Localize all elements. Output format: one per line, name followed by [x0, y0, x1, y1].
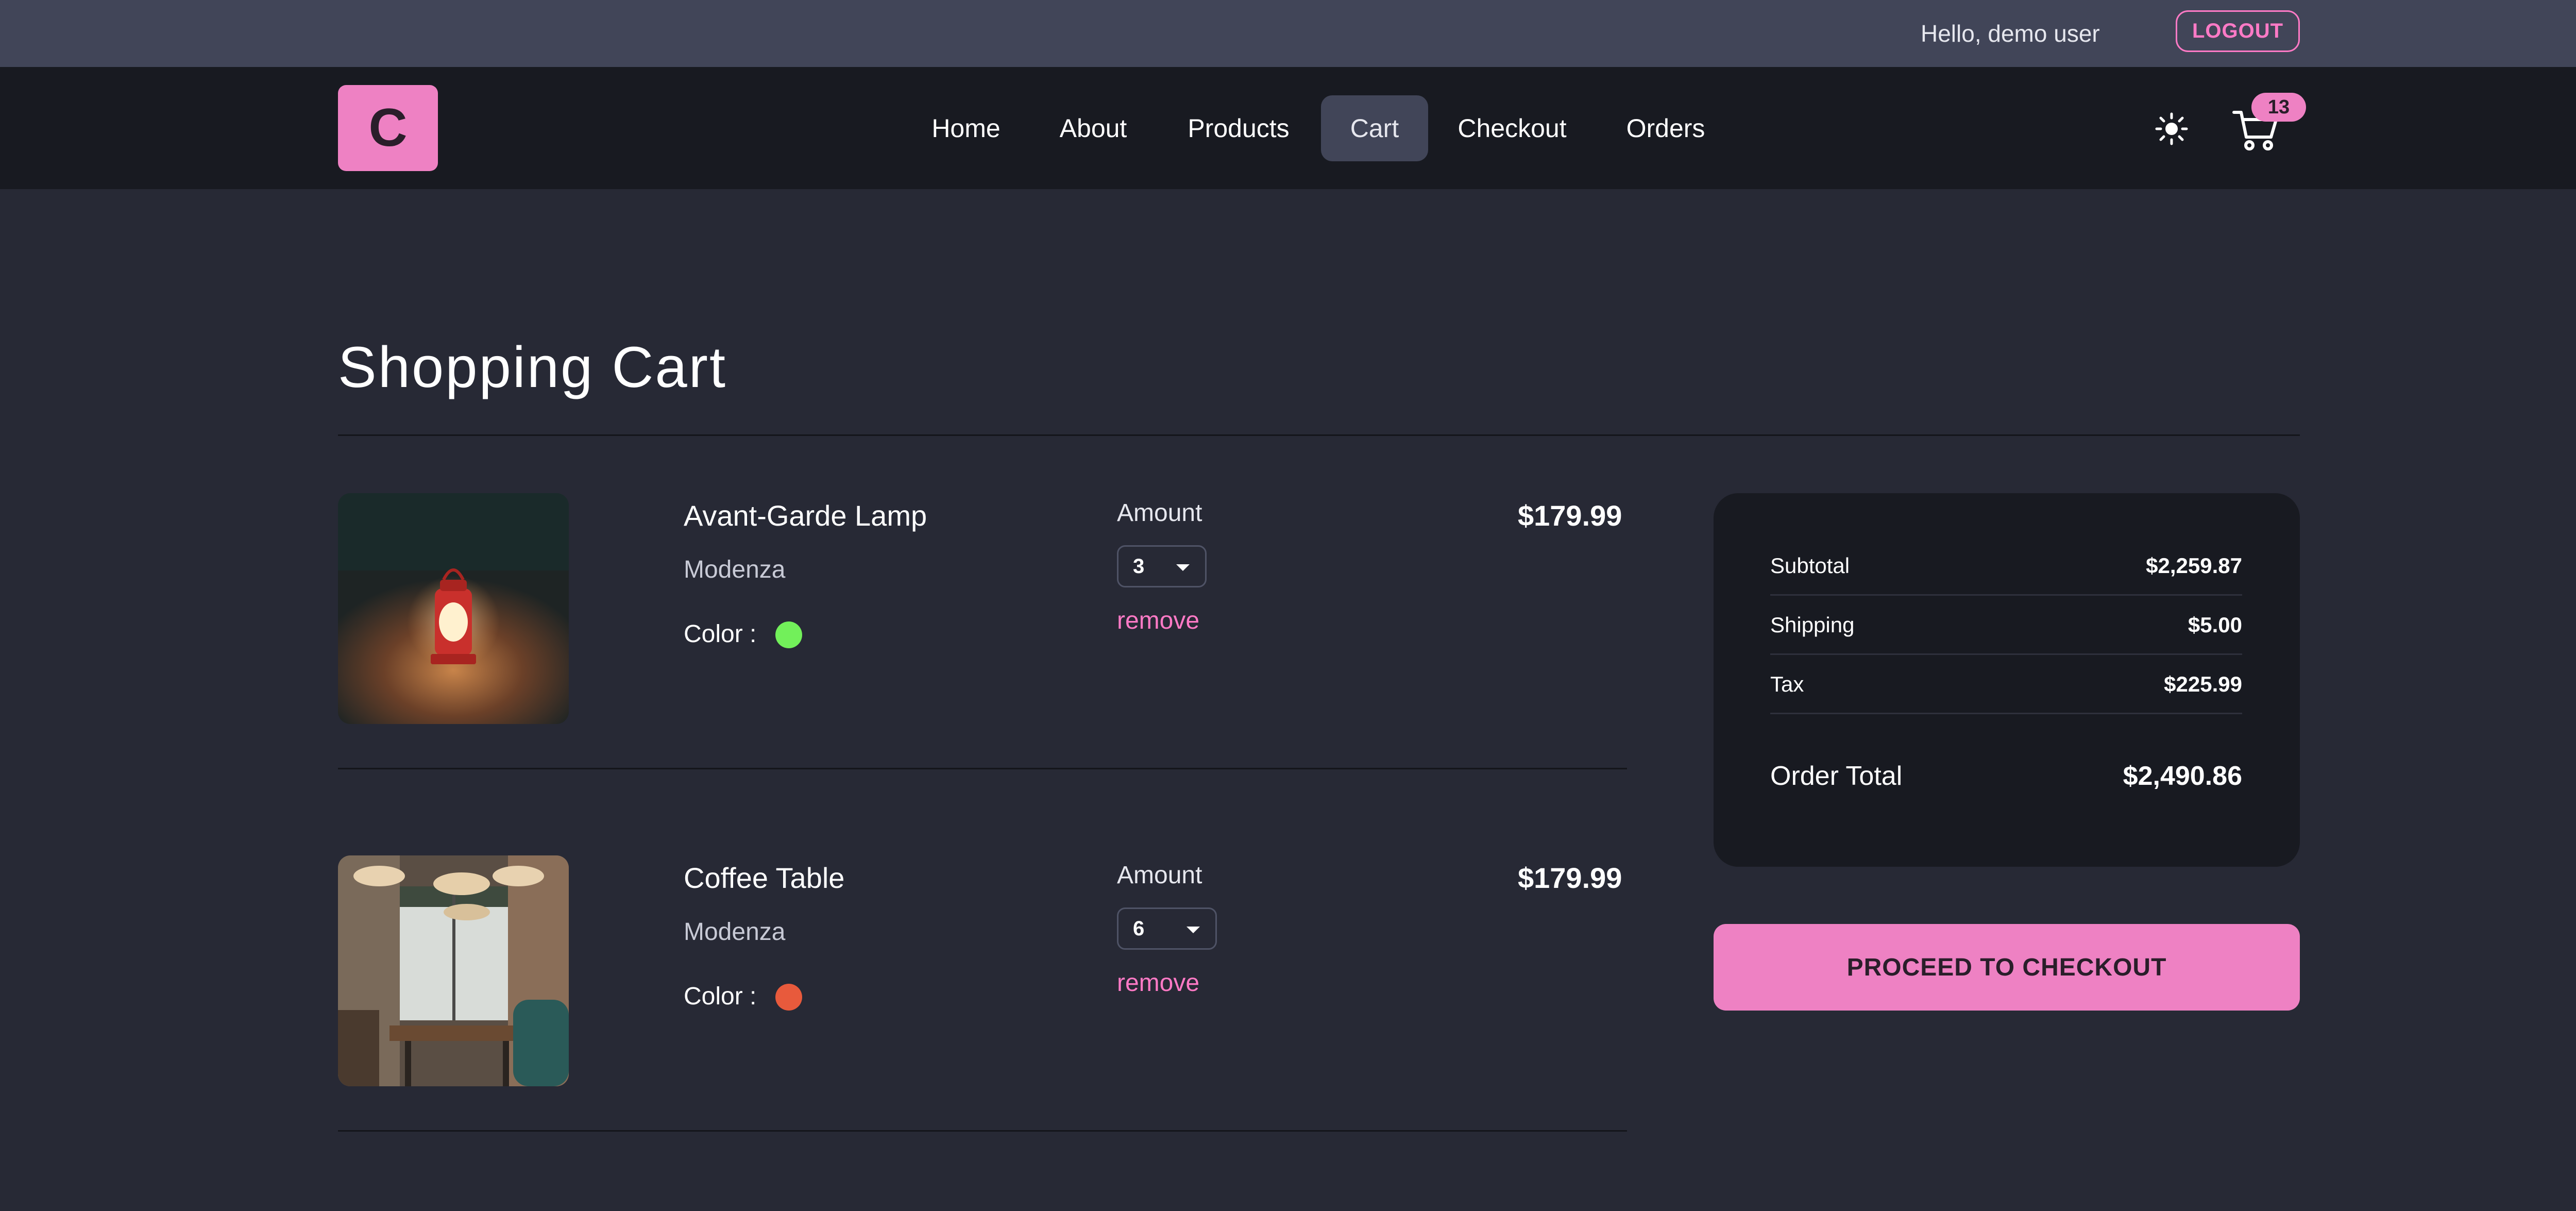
- sun-icon[interactable]: [2154, 111, 2190, 147]
- summary-divider: [1770, 713, 2242, 714]
- item-divider: [338, 1130, 1627, 1132]
- logout-button[interactable]: LOGOUT: [2176, 10, 2300, 52]
- subtotal-label: Subtotal: [1770, 553, 1850, 578]
- tax-row: Tax $225.99: [1770, 672, 2242, 697]
- item-company: Modenza: [684, 918, 786, 946]
- item-name: Coffee Table: [684, 862, 845, 894]
- total-value: $2,490.86: [2123, 761, 2242, 791]
- logo[interactable]: C: [338, 85, 438, 171]
- shipping-row: Shipping $5.00: [1770, 613, 2242, 637]
- remove-link[interactable]: remove: [1117, 969, 1199, 997]
- title-divider: [338, 434, 2300, 436]
- page-title: Shopping Cart: [338, 335, 727, 399]
- nav-cart[interactable]: Cart: [1321, 95, 1428, 161]
- item-price: $179.99: [1518, 499, 1622, 532]
- shipping-value: $5.00: [2188, 613, 2242, 637]
- amount-select[interactable]: 3: [1117, 545, 1207, 587]
- shipping-label: Shipping: [1770, 613, 1855, 637]
- tax-label: Tax: [1770, 672, 1804, 696]
- nav-about[interactable]: About: [1046, 95, 1141, 161]
- summary-divider: [1770, 653, 2242, 655]
- item-color-label: Color :: [684, 620, 757, 648]
- total-row: Order Total $2,490.86: [1770, 761, 2242, 792]
- subtotal-value: $2,259.87: [2146, 553, 2242, 578]
- item-color-label: Color :: [684, 983, 757, 1010]
- chevron-down-icon: [1187, 927, 1200, 933]
- amount-label: Amount: [1117, 862, 1202, 889]
- color-swatch: [775, 621, 802, 648]
- color-swatch: [775, 984, 802, 1011]
- item-divider: [338, 768, 1627, 769]
- item-name: Avant-Garde Lamp: [684, 499, 927, 532]
- item-price: $179.99: [1518, 862, 1622, 894]
- amount-value: 6: [1133, 917, 1145, 940]
- subtotal-row: Subtotal $2,259.87: [1770, 553, 2242, 578]
- amount-label: Amount: [1117, 499, 1202, 527]
- cart-count-badge: 13: [2251, 93, 2306, 122]
- item-company: Modenza: [684, 556, 786, 583]
- nav-orders[interactable]: Orders: [1611, 95, 1721, 161]
- summary-divider: [1770, 594, 2242, 596]
- amount-select[interactable]: 6: [1117, 907, 1217, 950]
- tax-value: $225.99: [2164, 672, 2242, 696]
- nav-products[interactable]: Products: [1176, 95, 1301, 161]
- nav-checkout[interactable]: Checkout: [1446, 95, 1579, 161]
- total-label: Order Total: [1770, 761, 1903, 791]
- product-image-cafe: [338, 855, 569, 1086]
- proceed-to-checkout-button[interactable]: PROCEED TO CHECKOUT: [1714, 924, 2300, 1011]
- amount-value: 3: [1133, 554, 1145, 578]
- remove-link[interactable]: remove: [1117, 607, 1199, 635]
- product-image-lantern: [338, 493, 569, 724]
- chevron-down-icon: [1176, 564, 1190, 571]
- greeting-text: Hello, demo user: [1921, 20, 2100, 47]
- nav-home[interactable]: Home: [922, 95, 1010, 161]
